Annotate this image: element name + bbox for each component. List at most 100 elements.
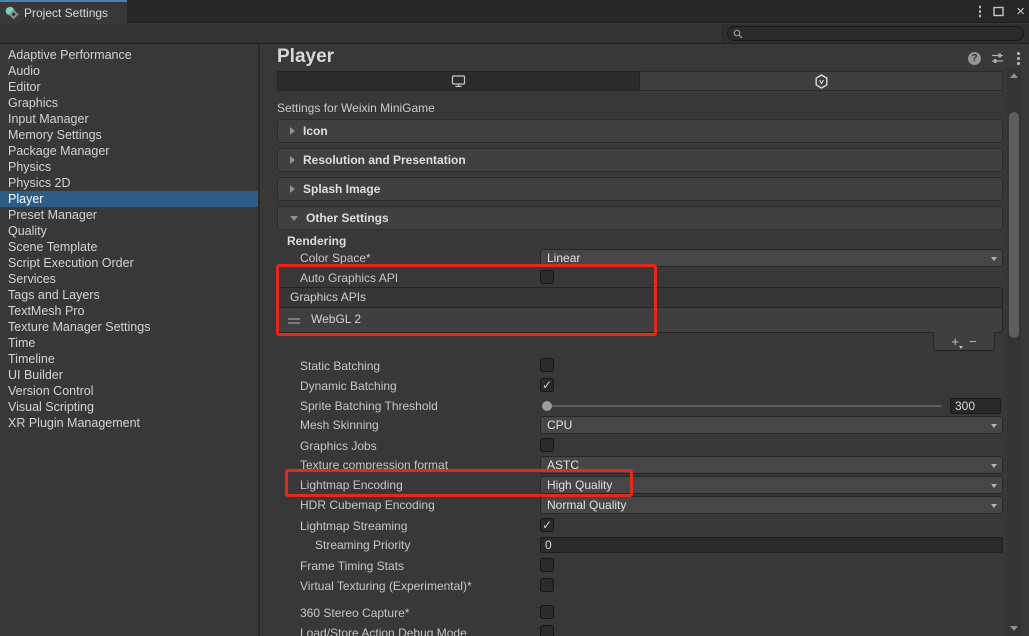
dynamic-batching-checkbox[interactable] <box>540 378 554 392</box>
project-settings-tab[interactable]: Project Settings <box>0 0 127 23</box>
row-hdr-cubemap-encoding: HDR Cubemap Encoding Normal Quality <box>277 496 1003 514</box>
dynamic-batching-label: Dynamic Batching <box>300 379 397 393</box>
row-sprite-batching-threshold: Sprite Batching Threshold 300 <box>277 397 1003 415</box>
row-color-space: Color Space* Linear <box>277 249 1003 267</box>
texture-compression-value: ASTC <box>547 458 579 472</box>
lightmap-encoding-value: High Quality <box>547 478 612 492</box>
sidebar-item-input-manager[interactable]: Input Manager <box>0 111 258 127</box>
scroll-up-icon[interactable] <box>1010 73 1018 78</box>
remove-button[interactable]: − <box>969 334 977 349</box>
graphics-jobs-label: Graphics Jobs <box>300 439 377 453</box>
frame-timing-stats-label: Frame Timing Stats <box>300 559 404 573</box>
sidebar-item-editor[interactable]: Editor <box>0 79 258 95</box>
section-icon[interactable]: Icon <box>277 119 1003 143</box>
sidebar-item-player[interactable]: Player <box>0 191 258 207</box>
sidebar-item-services[interactable]: Services <box>0 271 258 287</box>
static-batching-label: Static Batching <box>300 359 380 373</box>
add-button[interactable]: + <box>951 334 959 349</box>
sidebar-item-textmesh-pro[interactable]: TextMesh Pro <box>0 303 258 319</box>
panel-menu-kebab-icon[interactable] <box>1017 57 1020 60</box>
drag-handle-icon[interactable] <box>288 318 300 320</box>
row-lightmap-encoding: Lightmap Encoding High Quality <box>277 476 1003 494</box>
row-texture-compression: Texture compression format ASTC <box>277 456 1003 474</box>
sidebar-item-audio[interactable]: Audio <box>0 63 258 79</box>
row-lightmap-streaming: Lightmap Streaming <box>277 517 1003 535</box>
scrollbar-thumb[interactable] <box>1009 112 1019 338</box>
frame-timing-stats-checkbox[interactable] <box>540 558 554 572</box>
foldout-collapsed-icon <box>290 156 295 164</box>
sidebar-item-physics[interactable]: Physics <box>0 159 258 175</box>
mesh-skinning-dropdown[interactable]: CPU <box>540 416 1003 434</box>
window-menu-kebab-icon[interactable] <box>979 10 982 13</box>
sidebar-item-time[interactable]: Time <box>0 335 258 351</box>
stereo-capture-checkbox[interactable] <box>540 605 554 619</box>
foldout-expanded-icon <box>290 216 298 221</box>
row-static-batching: Static Batching <box>277 357 1003 375</box>
player-settings-panel: Player ? <box>262 44 1029 636</box>
row-stereo-capture: 360 Stereo Capture* <box>277 604 1003 622</box>
graphics-apis-list: WebGL 2 <box>277 308 1003 333</box>
row-mesh-skinning: Mesh Skinning CPU <box>277 416 1003 434</box>
section-splash-image[interactable]: Splash Image <box>277 177 1003 201</box>
monitor-icon <box>451 74 466 88</box>
texture-compression-dropdown[interactable]: ASTC <box>540 456 1003 474</box>
streaming-priority-field[interactable]: 0 <box>540 537 1003 553</box>
load-store-debug-label: Load/Store Action Debug Mode <box>300 626 467 636</box>
sidebar-item-tags-and-layers[interactable]: Tags and Layers <box>0 287 258 303</box>
chevron-down-icon <box>991 257 997 261</box>
sprite-batching-threshold-slider[interactable] <box>544 405 942 407</box>
row-load-store-debug: Load/Store Action Debug Mode <box>277 624 1003 636</box>
lightmap-encoding-dropdown[interactable]: High Quality <box>540 476 1003 494</box>
sidebar-item-memory-settings[interactable]: Memory Settings <box>0 127 258 143</box>
sidebar-item-script-execution-order[interactable]: Script Execution Order <box>0 255 258 271</box>
sprite-batching-threshold-field[interactable]: 300 <box>950 398 1001 414</box>
sidebar-item-package-manager[interactable]: Package Manager <box>0 143 258 159</box>
window-toolbar <box>0 24 1029 44</box>
section-other-settings[interactable]: Other Settings <box>277 206 1003 230</box>
virtual-texturing-checkbox[interactable] <box>540 578 554 592</box>
hdr-cubemap-encoding-dropdown[interactable]: Normal Quality <box>540 496 1003 514</box>
load-store-debug-checkbox[interactable] <box>540 625 554 636</box>
sidebar-item-version-control[interactable]: Version Control <box>0 383 258 399</box>
presets-icon[interactable] <box>991 52 1004 65</box>
graphics-jobs-checkbox[interactable] <box>540 438 554 452</box>
sidebar-item-scene-template[interactable]: Scene Template <box>0 239 258 255</box>
scroll-down-icon[interactable] <box>1010 626 1018 631</box>
sidebar-item-preset-manager[interactable]: Preset Manager <box>0 207 258 223</box>
slider-handle[interactable] <box>542 401 552 411</box>
hdr-cubemap-encoding-value: Normal Quality <box>547 498 626 512</box>
sidebar-item-texture-manager-settings[interactable]: Texture Manager Settings <box>0 319 258 335</box>
toolbar-search-area <box>722 24 1029 43</box>
lightmap-streaming-label: Lightmap Streaming <box>300 519 407 533</box>
color-space-dropdown[interactable]: Linear <box>540 249 1003 267</box>
sidebar-item-visual-scripting[interactable]: Visual Scripting <box>0 399 258 415</box>
sidebar-item-timeline[interactable]: Timeline <box>0 351 258 367</box>
auto-graphics-api-checkbox[interactable] <box>540 270 554 284</box>
close-icon[interactable]: × <box>1016 4 1025 19</box>
tab-desktop-platform[interactable] <box>277 71 640 91</box>
foldout-collapsed-icon <box>290 127 295 135</box>
static-batching-checkbox[interactable] <box>540 358 554 372</box>
lightmap-streaming-checkbox[interactable] <box>540 518 554 532</box>
graphics-api-list-item[interactable]: WebGL 2 <box>278 308 1002 332</box>
vertical-scrollbar[interactable] <box>1007 68 1021 636</box>
row-frame-timing-stats: Frame Timing Stats <box>277 557 1003 575</box>
row-virtual-texturing: Virtual Texturing (Experimental)* <box>277 577 1003 595</box>
sidebar-item-physics-2d[interactable]: Physics 2D <box>0 175 258 191</box>
chevron-down-icon <box>991 464 997 468</box>
help-icon[interactable]: ? <box>968 52 981 65</box>
stereo-capture-label: 360 Stereo Capture* <box>300 606 409 620</box>
chevron-down-icon <box>991 504 997 508</box>
sidebar-item-graphics[interactable]: Graphics <box>0 95 258 111</box>
project-settings-gear-icon <box>5 6 19 20</box>
section-resolution-presentation[interactable]: Resolution and Presentation <box>277 148 1003 172</box>
sidebar-item-ui-builder[interactable]: UI Builder <box>0 367 258 383</box>
section-other-settings-label: Other Settings <box>306 211 389 225</box>
sidebar-item-quality[interactable]: Quality <box>0 223 258 239</box>
sidebar-item-xr-plugin-management[interactable]: XR Plugin Management <box>0 415 258 431</box>
tab-weixin-minigame-platform[interactable] <box>640 71 1003 91</box>
section-icon-label: Icon <box>303 124 328 138</box>
search-input[interactable] <box>727 26 1024 41</box>
sidebar-item-adaptive-performance[interactable]: Adaptive Performance <box>0 47 258 63</box>
maximize-icon[interactable] <box>993 6 1004 17</box>
